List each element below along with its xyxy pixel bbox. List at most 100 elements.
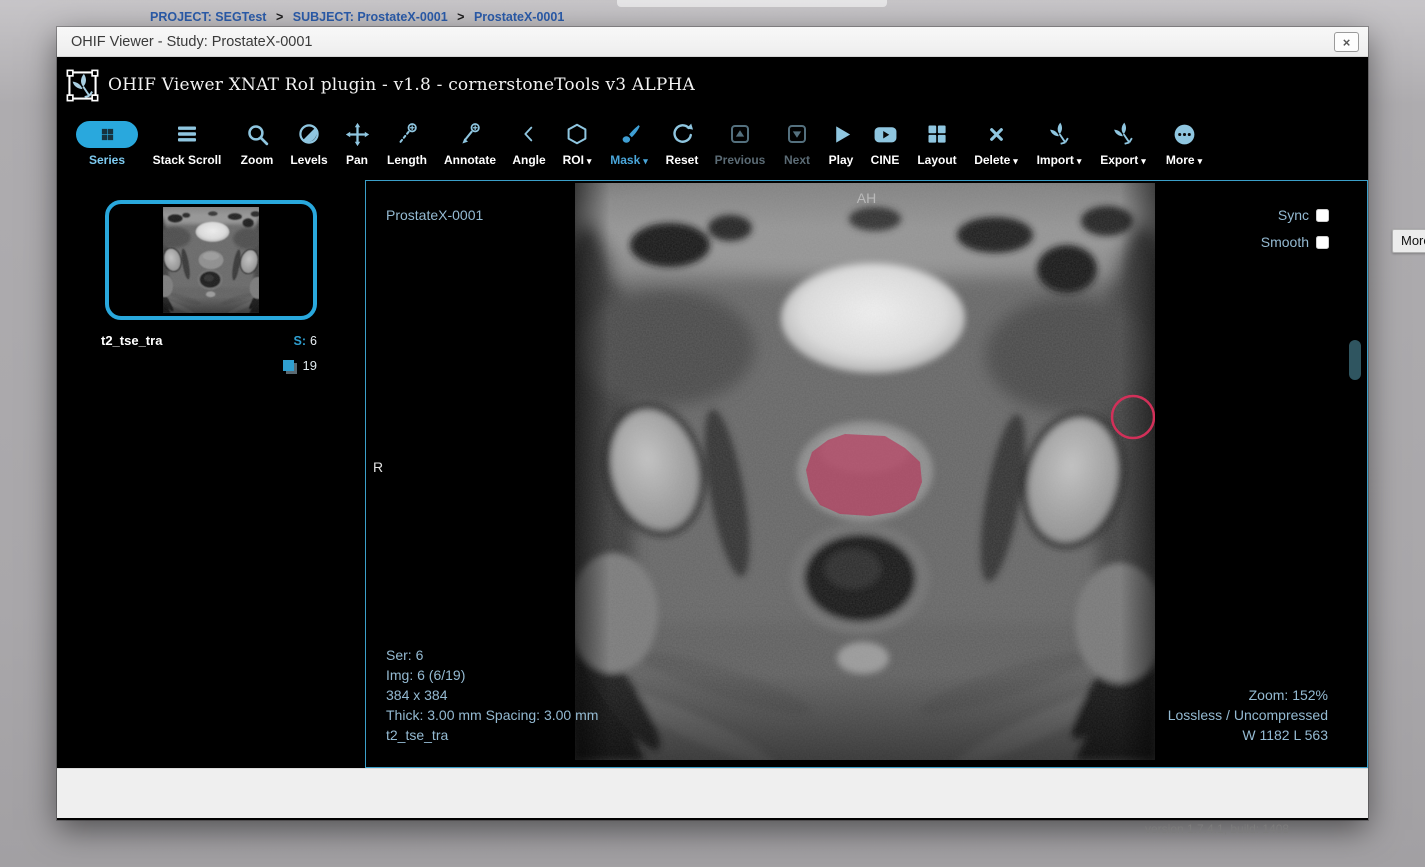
series-grid-icon [100,127,115,142]
sync-checkbox[interactable] [1316,209,1329,222]
tool-label: Stack Scroll [153,153,222,167]
roi-polygon-icon [565,122,589,146]
series-thumbnail[interactable] [105,200,317,320]
tool-play[interactable]: Play [821,119,861,167]
tool-levels[interactable]: Levels [283,119,335,167]
overlay-patient-id: ProstateX-0001 [386,205,483,225]
tool-label: Pan [346,153,368,167]
chevron-down-icon: ▾ [643,156,648,166]
image-viewport[interactable]: ProstateX-0001 AH R Sync Smooth Ser: 6 I… [365,180,1368,768]
tool-angle[interactable]: Angle [505,119,553,167]
tool-label: Series [89,153,125,167]
tool-label: Annotate [444,153,496,167]
smooth-checkbox[interactable] [1316,236,1329,249]
cine-icon [873,122,898,147]
toolbar: Series Stack Scroll Zoom Levels [57,113,1368,180]
overlay-image-number: Img: 6 (6/19) [386,665,598,685]
tool-cine[interactable]: CINE [861,119,909,167]
overlay-zoom-level: Zoom: 152% [1168,685,1328,705]
breadcrumb-separator: > [276,10,283,24]
more-tooltip[interactable]: More [1392,229,1425,253]
sync-label[interactable]: Sync [1278,205,1309,225]
tool-label: More [1166,153,1195,167]
window-titlebar: OHIF Viewer - Study: ProstateX-0001 × [57,27,1368,57]
overlay-matrix-size: 384 x 384 [386,685,598,705]
chevron-down-icon: ▾ [587,156,592,166]
tool-label: Length [387,153,427,167]
window-footer [57,768,1368,818]
tool-label: Import [1037,153,1074,167]
background-dialog-edge [617,0,887,7]
breadcrumb-subject-link[interactable]: SUBJECT: ProstateX-0001 [293,10,448,24]
tool-pan[interactable]: Pan [335,119,379,167]
length-icon [395,122,420,147]
series-number-label: S: [294,334,307,348]
tool-reset[interactable]: Reset [657,119,707,167]
orientation-marker-left: R [373,457,383,477]
tool-label: CINE [871,153,900,167]
pan-icon [345,122,370,147]
tool-label: Layout [917,153,956,167]
more-ellipsis-icon [1172,122,1197,147]
viewport-options: Sync Smooth [1261,205,1329,259]
chevron-down-icon: ▾ [1077,156,1082,166]
tool-label: Play [829,153,854,167]
tool-zoom[interactable]: Zoom [231,119,283,167]
series-sidebar: t2_tse_tra S:6 19 [57,180,365,768]
tool-annotate[interactable]: Annotate [435,119,505,167]
overlay-compression: Lossless / Uncompressed [1168,705,1328,725]
tool-label: Mask [610,153,640,167]
tool-next[interactable]: Next [773,119,821,167]
tool-stack-scroll[interactable]: Stack Scroll [143,119,231,167]
close-button[interactable]: × [1334,32,1359,52]
breadcrumb: PROJECT: SEGTest > SUBJECT: ProstateX-00… [150,10,564,24]
tool-layout[interactable]: Layout [909,119,965,167]
breadcrumb-session-link[interactable]: ProstateX-0001 [474,10,564,24]
tool-previous[interactable]: Previous [707,119,773,167]
zoom-icon [245,122,270,147]
version-text: version 1.7.4.1, build: 1408 [1145,822,1289,836]
tool-label: Zoom [241,153,274,167]
xnat-logo-icon [66,69,99,102]
tool-mask[interactable]: Mask▾ [601,119,657,167]
tool-import[interactable]: Import▾ [1027,119,1091,167]
overlay-series-number: Ser: 6 [386,645,598,665]
orientation-marker-top: AH [366,188,1367,208]
chevron-down-icon: ▾ [1141,156,1146,166]
close-icon: × [1343,36,1351,49]
mri-image[interactable] [575,183,1155,760]
tool-label: Next [784,153,810,167]
stack-scrollbar-thumb[interactable] [1349,340,1361,380]
tool-roi[interactable]: ROI▾ [553,119,601,167]
tool-length[interactable]: Length [379,119,435,167]
xnat-import-icon [1046,121,1072,147]
tool-label: Export [1100,153,1138,167]
tool-label: Previous [715,153,766,167]
tool-label: Levels [290,153,327,167]
series-active-pill [76,121,138,148]
levels-icon [297,122,321,146]
smooth-label[interactable]: Smooth [1261,232,1309,252]
app-header: OHIF Viewer XNAT RoI plugin - v1.8 - cor… [57,57,1368,113]
chevron-down-icon: ▾ [1198,156,1203,166]
window-title: OHIF Viewer - Study: ProstateX-0001 [71,34,313,50]
plugin-title: OHIF Viewer XNAT RoI plugin - v1.8 - cor… [108,75,695,95]
tool-label: Delete [974,153,1010,167]
delete-x-icon [986,124,1007,145]
stack-frames-icon [283,360,294,371]
tool-more[interactable]: More▾ [1155,119,1213,167]
tool-series[interactable]: Series [71,119,143,167]
chevron-down-icon: ▾ [1013,156,1018,166]
series-number-value: 6 [310,334,317,348]
angle-icon [518,123,540,145]
reset-icon [670,122,694,146]
tool-label: Angle [512,153,545,167]
tool-label: ROI [563,153,584,167]
xnat-export-icon [1110,121,1136,147]
previous-icon [728,122,752,146]
breadcrumb-project-link[interactable]: PROJECT: SEGTest [150,10,266,24]
overlay-series-info: Ser: 6 Img: 6 (6/19) 384 x 384 Thick: 3.… [386,645,598,745]
stack-scroll-icon [175,122,199,146]
tool-delete[interactable]: Delete▾ [965,119,1027,167]
tool-export[interactable]: Export▾ [1091,119,1155,167]
